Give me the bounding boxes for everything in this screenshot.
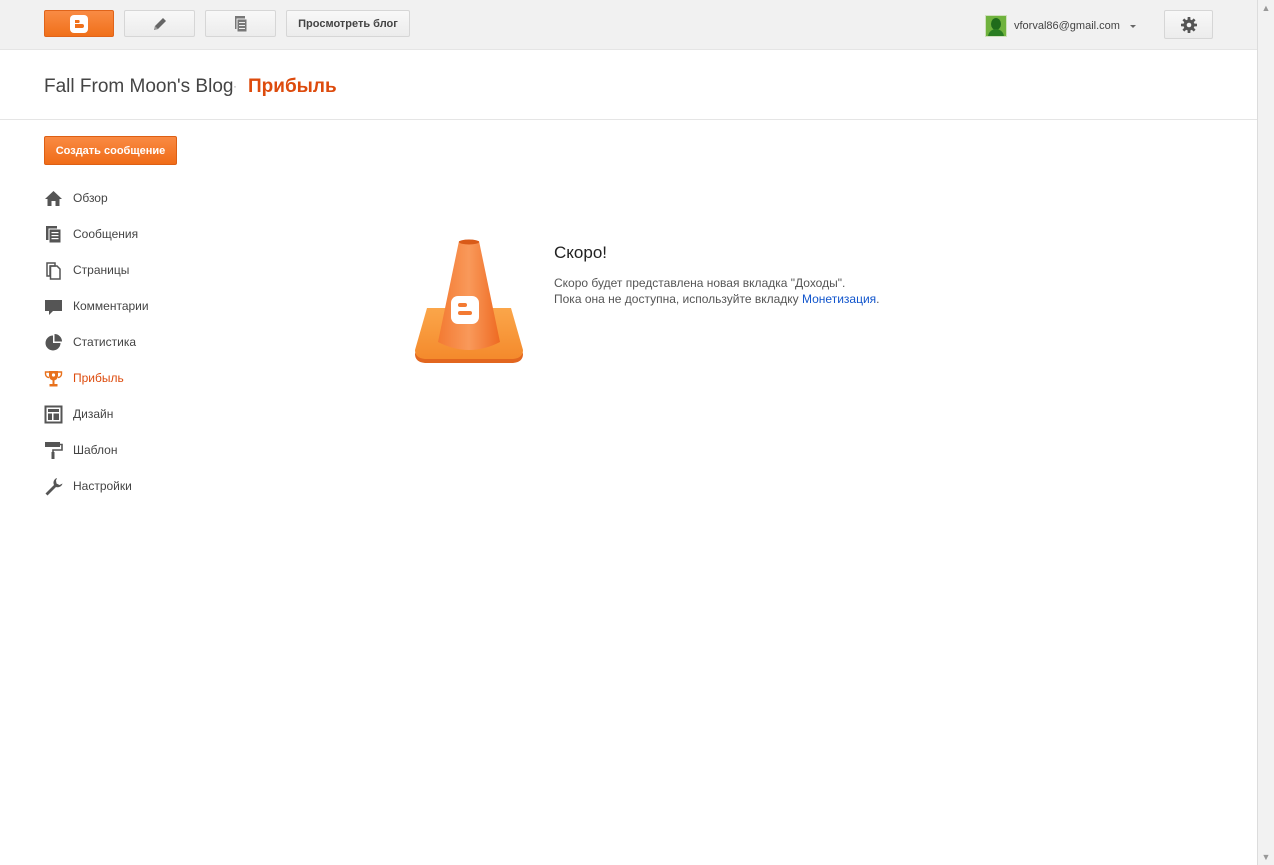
sidebar-item-label: Настройки bbox=[73, 479, 132, 493]
top-bar: Просмотреть блог vforval86@gmail.com bbox=[0, 0, 1257, 50]
sidebar-item-settings[interactable]: Настройки bbox=[44, 468, 149, 504]
sidebar-item-label: Статистика bbox=[73, 335, 137, 349]
avatar bbox=[985, 15, 1007, 37]
sidebar-item-posts[interactable]: Сообщения bbox=[44, 216, 149, 252]
page-title: Прибыль bbox=[248, 76, 337, 97]
blog-title[interactable]: Fall From Moon's Blog bbox=[44, 76, 233, 98]
new-post-button[interactable] bbox=[124, 10, 195, 37]
pages-icon bbox=[44, 261, 63, 280]
sidebar-nav: Обзор Сообщения Страницы Комментарии Ста… bbox=[44, 180, 149, 504]
sidebar-item-stats[interactable]: Статистика bbox=[44, 324, 149, 360]
comments-icon bbox=[44, 297, 63, 316]
gear-icon bbox=[1180, 16, 1197, 33]
sidebar-item-label: Обзор bbox=[73, 191, 108, 205]
sidebar-item-overview[interactable]: Обзор bbox=[44, 180, 149, 216]
sidebar-item-comments[interactable]: Комментарии bbox=[44, 288, 149, 324]
sidebar-item-label: Прибыль bbox=[73, 371, 124, 385]
account-email: vforval86@gmail.com bbox=[1014, 20, 1120, 32]
home-icon bbox=[44, 189, 63, 208]
sidebar-item-pages[interactable]: Страницы bbox=[44, 252, 149, 288]
sidebar-item-label: Дизайн bbox=[73, 407, 114, 421]
sidebar-item-label: Шаблон bbox=[73, 443, 118, 457]
breadcrumb-separator: · bbox=[233, 79, 237, 93]
layout-icon bbox=[44, 405, 63, 424]
pie-chart-icon bbox=[44, 333, 63, 352]
settings-button[interactable] bbox=[1164, 10, 1213, 39]
account-menu[interactable]: vforval86@gmail.com bbox=[985, 14, 1136, 38]
create-post-button[interactable]: Создать сообщение bbox=[44, 136, 177, 165]
coming-soon-text: Скоро будет представлена новая вкладка "… bbox=[554, 276, 846, 290]
hint-suffix: . bbox=[876, 292, 880, 306]
scroll-up-icon[interactable]: ▲ bbox=[1259, 1, 1273, 15]
coming-soon-hint: Пока она не доступна, используйте вкладк… bbox=[554, 292, 880, 306]
coming-soon-title: Скоро! bbox=[554, 243, 607, 262]
blogger-icon bbox=[70, 14, 88, 33]
vertical-scrollbar[interactable]: ▲ ▼ bbox=[1257, 0, 1274, 865]
sidebar-item-earnings[interactable]: Прибыль bbox=[44, 360, 149, 396]
sidebar-item-label: Комментарии bbox=[73, 299, 149, 313]
hint-prefix: Пока она не доступна, используйте вкладк… bbox=[554, 292, 802, 306]
wrench-icon bbox=[44, 477, 63, 496]
monetization-link[interactable]: Монетизация bbox=[802, 292, 876, 306]
chevron-down-icon bbox=[1129, 24, 1136, 28]
sidebar-item-template[interactable]: Шаблон bbox=[44, 432, 149, 468]
scroll-down-icon[interactable]: ▼ bbox=[1259, 850, 1273, 864]
view-blog-button[interactable]: Просмотреть блог bbox=[286, 10, 410, 37]
posts-icon bbox=[44, 225, 63, 244]
traffic-cone-illustration bbox=[415, 239, 523, 363]
trophy-icon bbox=[44, 369, 63, 388]
sidebar-item-label: Страницы bbox=[73, 263, 130, 277]
paint-roller-icon bbox=[44, 441, 63, 460]
posts-icon bbox=[234, 15, 247, 32]
posts-list-button[interactable] bbox=[205, 10, 276, 37]
sidebar-item-layout[interactable]: Дизайн bbox=[44, 396, 149, 432]
sidebar-item-label: Сообщения bbox=[73, 227, 139, 241]
blogger-logo-button[interactable] bbox=[44, 10, 114, 37]
page-header: Fall From Moon's Blog · Прибыль bbox=[0, 50, 1257, 120]
pencil-icon bbox=[153, 17, 166, 30]
